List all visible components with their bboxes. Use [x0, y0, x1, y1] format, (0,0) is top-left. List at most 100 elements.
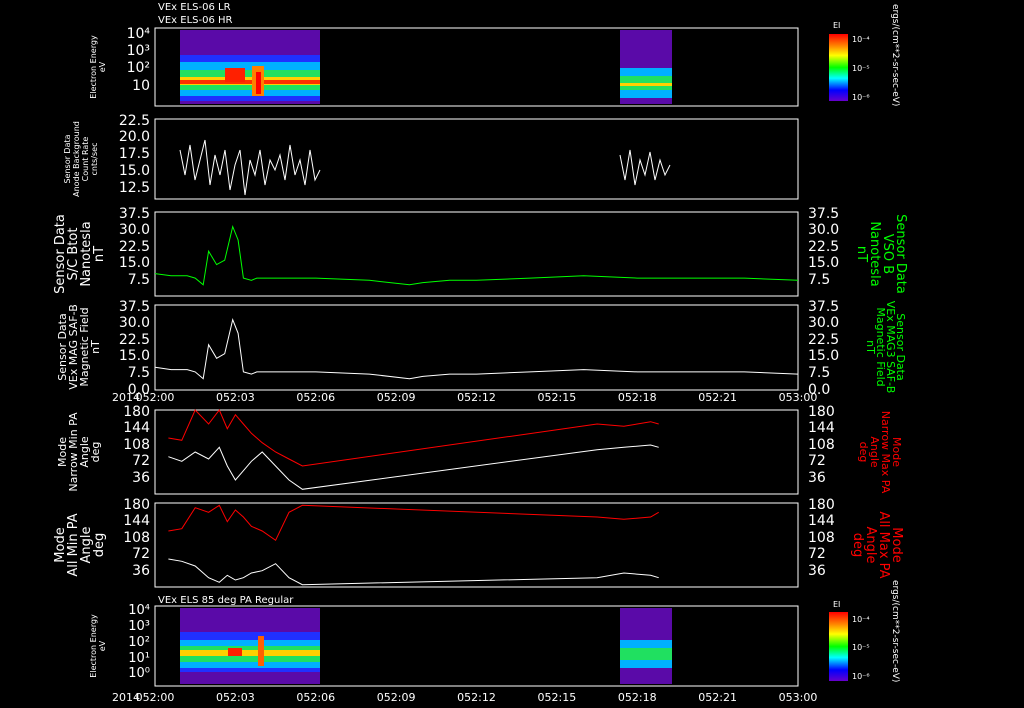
- x-axis-ticks-mid: 052:00 052:03 052:06 052:09 052:12 052:15 052:…: [136, 391, 818, 404]
- y-tick-label: 10³: [128, 619, 150, 634]
- y-tick-label: 7.5: [128, 365, 150, 381]
- y-tick-label-right: 36: [808, 470, 826, 486]
- series-line-4: [168, 444, 659, 490]
- colorbar-top-tick-1: 10⁻⁴: [852, 35, 870, 44]
- y-tick-label-right: 180: [808, 497, 835, 513]
- panel-2-ylabel: Sensor DataAnode BackgroundCount Ratecnt…: [63, 121, 99, 197]
- colorbar-bottom-units: ergs/(cm**2-sr-sec-eV): [890, 580, 900, 682]
- y-tick-label: 30.0: [119, 315, 150, 331]
- y-tick-label-right: 72: [808, 453, 826, 469]
- panel-2-ylabel-line-4: cnts/sec: [90, 143, 99, 176]
- y-tick-label: 144: [123, 513, 150, 529]
- panel-2-ylabel-line-3: Count Rate: [81, 137, 90, 182]
- panel-3-ylabel: Sensor DataS/C BtotNanoteslanT: [53, 214, 107, 294]
- spectrogram-top: [180, 30, 672, 104]
- series-line-1: [154, 224, 799, 286]
- y-ticks-right-panel-6: 180 144 108 72 36: [808, 497, 835, 579]
- x-tick-label: 053:00: [779, 691, 818, 704]
- y-tick-label-right: 7.5: [808, 272, 830, 288]
- y-ticks-panel-3: 37.5 30.0 22.5 15.0 7.5: [119, 206, 150, 288]
- y-tick-label-right: 36: [808, 563, 826, 579]
- colorbar-bottom-tick-2: 10⁻⁵: [852, 643, 870, 652]
- y-tick-label: 10²: [128, 635, 150, 650]
- x-axis-ticks-bottom: 052:00 052:03 052:06 052:09 052:12 052:15 052:…: [136, 691, 818, 704]
- colorbar-top-units: ergs/(cm**2-sr-sec-eV): [890, 4, 900, 106]
- x-tick-label: 052:18: [618, 691, 657, 704]
- y-tick-label-right: 144: [808, 420, 835, 436]
- y-tick-label: 10³: [127, 43, 150, 59]
- y-tick-label: 22.5: [119, 239, 150, 255]
- header-bottom: VEx ELS 85 deg PA Regular: [158, 595, 294, 606]
- y-tick-label: 10²: [127, 60, 150, 76]
- panel-2-ylabel-line-1: Sensor Data: [63, 134, 72, 183]
- y-tick-label: 10: [132, 78, 150, 94]
- panel-4-ylabel-right-line-4: nT: [864, 340, 877, 354]
- y-tick-label-right: 22.5: [808, 239, 839, 255]
- y-ticks-right-panel-5: 180 144 108 72 36: [808, 404, 835, 486]
- header-top-line2: VEx ELS-06 HR: [158, 15, 233, 26]
- y-tick-label-right: 30.0: [808, 315, 839, 331]
- panel-1-ylabel: Electron EnergyeV: [89, 35, 107, 99]
- y-tick-label: 10⁴: [128, 603, 150, 618]
- series-line-6: [168, 558, 659, 586]
- y-tick-label: 22.5: [119, 332, 150, 348]
- background-count-trace-1: [179, 139, 321, 196]
- colorbar-top: EI 10⁻⁴ 10⁻⁵ 10⁻⁶: [829, 21, 870, 102]
- y-tick-label: 72: [132, 546, 150, 562]
- x-tick-label: 052:00: [136, 691, 175, 704]
- y-ticks-panel-1: 10⁴ 10³ 10² 10: [127, 26, 151, 94]
- panel-6-ylabel: ModeAll Min PAAngledeg: [53, 513, 107, 576]
- y-tick-label-right: 108: [808, 437, 835, 453]
- x-tick-label: 052:15: [538, 391, 577, 404]
- y-tick-label-right: 22.5: [808, 332, 839, 348]
- panel-1-ylabel-line-1: Electron Energy: [89, 35, 98, 99]
- x-tick-label: 052:06: [296, 691, 335, 704]
- y-tick-label: 108: [123, 530, 150, 546]
- y-tick-label: 15.0: [119, 163, 150, 179]
- background-count-trace-2: [619, 149, 671, 186]
- y-tick-label: 15.0: [119, 348, 150, 364]
- y-ticks-panel-7: 10⁴ 10³ 10² 10¹ 10⁰: [128, 603, 150, 681]
- panel-7-ylabel: Electron EnergyeV: [89, 614, 107, 678]
- panel-background-count-frame: [154, 118, 799, 200]
- y-tick-label: 180: [123, 404, 150, 420]
- y-ticks-panel-6: 180 144 108 72 36: [123, 497, 150, 579]
- y-tick-label-right: 30.0: [808, 222, 839, 238]
- y-tick-label: 144: [123, 420, 150, 436]
- x-tick-label: 052:03: [216, 391, 255, 404]
- panel-6-ylabel-right-line-4: deg: [850, 533, 865, 558]
- y-tick-label-right: 144: [808, 513, 835, 529]
- x-tick-label: 052:21: [698, 391, 737, 404]
- colorbar-top-tick-3: 10⁻⁶: [852, 93, 870, 102]
- panel-4-ylabel-right: Sensor DataVEx MAG3 SAF-BMagnetic Fieldn…: [864, 301, 907, 394]
- y-ticks-panel-4: 37.5 30.0 22.5 15.0 7.5 0.0: [119, 299, 150, 398]
- x-tick-label: 052:03: [216, 691, 255, 704]
- y-tick-label-right: 15.0: [808, 255, 839, 271]
- y-tick-label: 22.5: [119, 113, 150, 129]
- colorbar-top-tick-2: 10⁻⁵: [852, 64, 870, 73]
- x-tick-label: 052:06: [296, 391, 335, 404]
- panel-sc-btot-frame: [154, 211, 799, 297]
- panel-all-pa-frame: [154, 502, 799, 588]
- panel-7-ylabel-line-2: eV: [98, 640, 107, 651]
- y-tick-label: 37.5: [119, 299, 150, 315]
- y-tick-label: 20.0: [119, 129, 150, 145]
- panel-1-ylabel-line-2: eV: [98, 61, 107, 72]
- colorbar-bottom: EI 10⁻⁴ 10⁻⁵ 10⁻⁶: [829, 600, 870, 681]
- x-tick-label: 052:15: [538, 691, 577, 704]
- y-tick-label: 10⁰: [128, 666, 150, 681]
- panel-mag-safb-frame: [154, 304, 799, 391]
- y-ticks-right-panel-3: 37.5 30.0 22.5 15.0 7.5: [808, 206, 839, 288]
- y-tick-label: 10⁴: [127, 26, 151, 42]
- colorbar-bottom-label: EI: [833, 600, 840, 609]
- colorbar-bottom-tick-1: 10⁻⁴: [852, 615, 870, 624]
- y-tick-label-right: 108: [808, 530, 835, 546]
- panel-3-ylabel-right: Sensor DataVSO BNanoteslanT: [854, 214, 908, 294]
- x-tick-label: 053:00: [779, 391, 818, 404]
- y-tick-label-right: 37.5: [808, 299, 839, 315]
- x-tick-label: 052:18: [618, 391, 657, 404]
- x-tick-label: 052:21: [698, 691, 737, 704]
- colorbar-bottom-tick-3: 10⁻⁶: [852, 672, 870, 681]
- panel-6-ylabel-line-4: deg: [92, 533, 107, 558]
- y-tick-label-right: 72: [808, 546, 826, 562]
